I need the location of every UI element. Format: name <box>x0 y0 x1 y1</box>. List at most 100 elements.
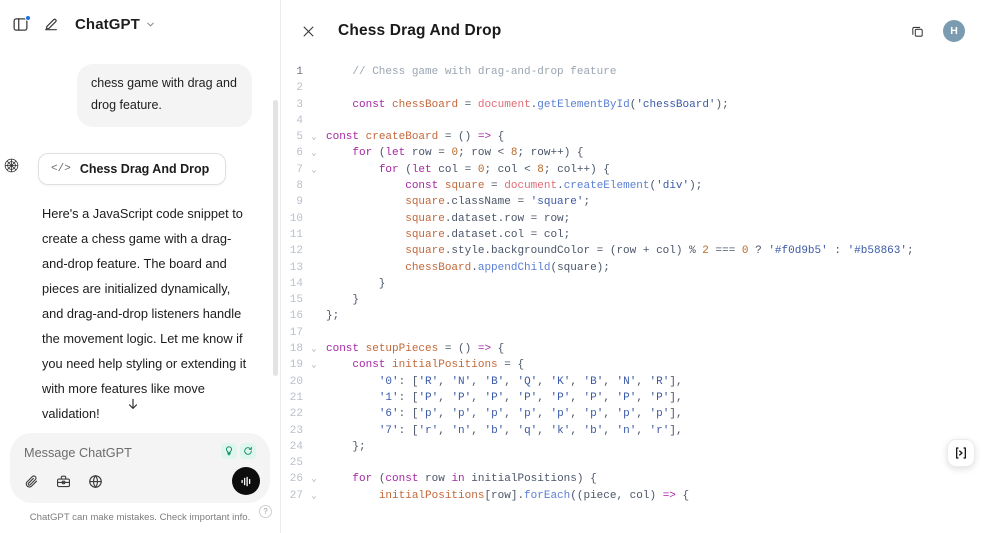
line-number: 18 <box>289 343 303 356</box>
lightbulb-icon[interactable] <box>221 443 237 459</box>
code-line-text: chessBoard.appendChild(square); <box>405 261 610 274</box>
sync-icon[interactable] <box>240 443 256 459</box>
composer-chips <box>221 443 256 459</box>
code-line-text: initialPositions[row].forEach((piece, co… <box>378 489 690 502</box>
composer-tools <box>24 474 258 489</box>
chat-scroll-area[interactable]: chess game with drag and drog feature. <… <box>0 48 280 425</box>
code-line-text: const setupPieces = () => { <box>326 343 505 356</box>
code-line-text: const createBoard = () => { <box>326 131 505 144</box>
line-number: 22 <box>289 408 303 421</box>
code-line-text: }; <box>326 440 366 453</box>
code-line: 9 square.className = 'square'; <box>281 194 985 210</box>
line-number: 5 <box>296 131 303 144</box>
line-number: 12 <box>289 245 303 258</box>
code-panel-title: Chess Drag And Drop <box>338 22 502 39</box>
code-line-text: } <box>326 294 360 307</box>
artifact-pill-chess-drag-and-drop[interactable]: </> Chess Drag And Drop <box>38 153 227 185</box>
disclaimer-text: ChatGPT can make mistakes. Check importa… <box>29 512 251 523</box>
code-line: 6 ⌄ for (let row = 0; row < 8; row++) { <box>281 145 985 161</box>
line-number: 11 <box>289 228 303 241</box>
brand-menu[interactable]: ChatGPT <box>75 16 156 33</box>
chat-scrollbar[interactable] <box>273 100 278 376</box>
line-number: 2 <box>296 82 303 95</box>
line-number: 20 <box>289 375 303 388</box>
code-line-text: } <box>326 277 386 290</box>
chevron-down-icon[interactable]: ⌄ <box>307 471 321 487</box>
code-line: 27 ⌄ initialPositions[row].forEach((piece… <box>281 488 985 504</box>
line-number: 6 <box>296 147 303 160</box>
code-line: 25 <box>281 455 985 471</box>
code-line: 13 chessBoard.appendChild(square); <box>281 260 985 276</box>
chevron-down-icon[interactable]: ⌄ <box>307 341 321 357</box>
code-line: 16}; <box>281 308 985 324</box>
code-line: 14 } <box>281 276 985 292</box>
close-icon[interactable] <box>301 24 316 39</box>
chevron-down-icon[interactable]: ⌄ <box>307 145 321 161</box>
code-line-text: for (const row in initialPositions) { <box>352 473 597 486</box>
compose-icon[interactable] <box>43 16 59 32</box>
code-editor[interactable]: 1 // Chess game with drag-and-drop featu… <box>281 62 985 533</box>
line-number: 4 <box>296 114 303 127</box>
line-number: 15 <box>289 294 303 307</box>
chevron-down-icon[interactable]: ⌄ <box>307 488 321 504</box>
code-line: 17 <box>281 325 985 341</box>
sidebar-toggle-icon[interactable] <box>12 14 31 33</box>
help-button[interactable]: ? <box>259 505 272 518</box>
line-number: 21 <box>289 391 303 404</box>
code-line: 1 // Chess game with drag-and-drop featu… <box>281 64 985 80</box>
chat-panel: ChatGPT chess game with drag and drog fe… <box>0 0 281 533</box>
line-number: 9 <box>296 196 303 209</box>
code-line-text: const initialPositions = { <box>352 359 525 372</box>
code-line: 24 }; <box>281 439 985 455</box>
line-number: 14 <box>289 277 303 290</box>
toolbox-icon[interactable] <box>56 474 71 489</box>
code-line-text: square.className = 'square'; <box>405 196 591 209</box>
code-line: 19 ⌄ const initialPositions = { <box>281 357 985 373</box>
voice-waveform-icon[interactable] <box>232 467 260 495</box>
assistant-message-text: Here's a JavaScript code snippet to crea… <box>42 206 247 421</box>
line-number: 10 <box>289 212 303 225</box>
code-line-text: for (let col = 0; col < 8; col++) { <box>378 163 610 176</box>
line-number: 24 <box>289 440 303 453</box>
disclaimer-row: ChatGPT can make mistakes. Check importa… <box>0 503 280 533</box>
code-line: 5 ⌄ const createBoard = () => { <box>281 129 985 145</box>
code-line-text: const chessBoard = document.getElementBy… <box>352 98 729 111</box>
code-line: 3 const chessBoard = document.getElement… <box>281 97 985 113</box>
chevron-down-icon[interactable]: ⌄ <box>307 357 321 373</box>
code-panel-header-actions: H <box>910 20 965 42</box>
app-root: ChatGPT chess game with drag and drog fe… <box>0 0 985 533</box>
line-number: 27 <box>289 489 303 502</box>
line-number: 16 <box>289 310 303 323</box>
code-line-text: '1': ['P', 'P', 'P', 'P', 'P', 'P', 'P',… <box>378 391 683 404</box>
line-number: 23 <box>289 424 303 437</box>
code-line: 26 ⌄ for (const row in initialPositions) … <box>281 471 985 487</box>
attach-icon[interactable] <box>24 474 39 489</box>
code-line-text: square.dataset.row = row; <box>405 212 571 225</box>
code-line: 20 '0': ['R', 'N', 'B', 'Q', 'K', 'B', '… <box>281 374 985 390</box>
avatar[interactable]: H <box>943 20 965 42</box>
chevron-down-icon[interactable]: ⌄ <box>307 162 321 178</box>
line-number: 17 <box>289 326 303 339</box>
code-line: 15 } <box>281 292 985 308</box>
code-line-text: '6': ['p', 'p', 'p', 'p', 'p', 'p', 'p',… <box>378 408 683 421</box>
composer[interactable]: Message ChatGPT <box>10 433 270 503</box>
user-message-row: chess game with drag and drog feature. <box>0 48 266 127</box>
brand-label: ChatGPT <box>75 15 140 33</box>
code-line-text: for (let row = 0; row < 8; row++) { <box>352 147 584 160</box>
copy-icon[interactable] <box>910 24 925 39</box>
line-number: 1 <box>296 66 303 78</box>
chevron-down-icon[interactable]: ⌄ <box>307 129 321 145</box>
scroll-to-bottom-icon[interactable] <box>124 395 142 413</box>
globe-icon[interactable] <box>88 474 103 489</box>
code-line: 23 '7': ['r', 'n', 'b', 'q', 'k', 'b', '… <box>281 423 985 439</box>
run-code-icon[interactable] <box>947 439 975 467</box>
line-number: 3 <box>296 98 303 111</box>
chatgpt-logo-icon <box>3 157 20 174</box>
line-number: 13 <box>289 261 303 274</box>
code-line-text: const square = document.createElement('d… <box>405 180 703 193</box>
code-line: 10 square.dataset.row = row; <box>281 211 985 227</box>
code-line: 2 <box>281 80 985 96</box>
code-line: 12 square.style.backgroundColor = (row +… <box>281 243 985 259</box>
code-panel-header: Chess Drag And Drop H <box>281 0 985 62</box>
code-line-text: // Chess game with drag-and-drop feature <box>352 66 617 78</box>
